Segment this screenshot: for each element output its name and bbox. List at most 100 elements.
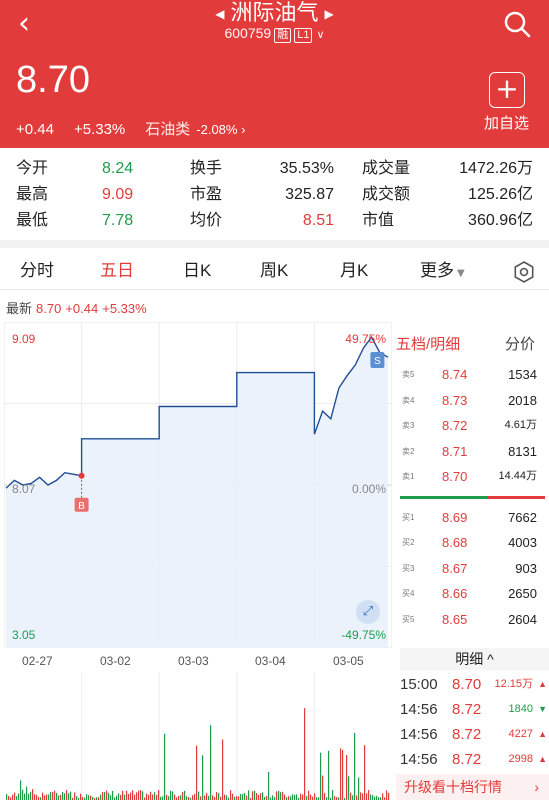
upgrade-ten-level-link[interactable]: 升级看十档行情 › [396,774,549,800]
trade-volume: 2998 [508,753,533,765]
volume-bar [262,792,264,800]
volume-bar [136,792,138,800]
level-volume: 2650 [508,586,537,601]
x-tick-label: 03-05 [333,654,364,668]
x-tick-label: 03-04 [255,654,286,668]
volume-bar [140,790,142,800]
x-tick-label: 02-27 [22,654,53,668]
volume-bar [296,794,298,800]
trade-time: 14:56 [400,726,438,743]
trade-volume: 12.15万 [494,678,533,690]
volume-bar [210,725,212,800]
volume-bar [106,790,108,800]
tab-five-day[interactable]: 五日 [100,252,134,290]
chevron-right-icon[interactable]: › [237,122,245,137]
level-tag[interactable]: L1 [294,28,313,43]
volume-bar [88,795,90,800]
level-label: 买3 [402,563,415,573]
latest-pct: +5.33% [102,301,147,316]
price-chart[interactable]: BS 9.09 8.07 3.05 49.75% 0.00% -49.75% ⤢ [4,322,392,648]
volume-bar [22,789,24,800]
volume-bar [342,750,344,800]
volume-bar [54,790,56,800]
volume-bar [364,745,366,800]
volume-bar [376,795,378,800]
volume-bar [386,790,388,800]
tab-more-label: 更多 [420,261,454,280]
arrow-up-icon: ▲ [538,679,547,689]
trade-row: 14:56 8.72 4227 ▲ [396,722,549,747]
volume-bar [310,794,312,800]
volume-bar [104,792,106,800]
volume-bar [370,794,372,800]
volume-bar [254,790,256,800]
stat-value: 8.51 [302,212,334,229]
sector-change[interactable]: -2.08% [196,122,237,137]
trade-price: 8.72 [452,726,482,743]
volume-bar [322,775,324,800]
volume-bar [202,755,204,800]
add-watchlist-icon[interactable]: + [489,72,525,108]
expand-icon[interactable]: ⤢ [356,600,380,624]
trade-time: 14:56 [400,751,438,768]
add-watchlist-label[interactable]: 加自选 [484,112,529,133]
y-mid-label: 8.07 [12,482,36,496]
tab-daily-k[interactable]: 日K [183,252,211,290]
bid-row: 买3 8.67 903 [396,556,549,582]
level-label: 卖1 [402,472,415,481]
settings-icon[interactable] [513,261,535,283]
volume-bar [304,708,306,800]
volume-bar [186,796,188,800]
stat-row: 今开 8.24 换手 35.53% 成交量 1472.26万 [0,156,549,182]
tab-price-distribution[interactable]: 分价 [505,328,535,362]
volume-bar [156,795,158,800]
volume-bar [8,796,10,800]
detail-toggle[interactable]: 明细 ^ [400,648,549,670]
volume-bar [86,794,88,800]
volume-bar [246,795,248,800]
volume-chart [4,672,392,800]
volume-bar [74,792,76,800]
trade-row: 14:56 8.72 1840 ▼ [396,697,549,722]
volume-bar [170,790,172,800]
volume-bar [62,791,64,800]
volume-bar [292,794,294,800]
volume-bar [350,792,352,800]
tab-more[interactable]: 更多 ▼ [420,252,465,293]
tab-orderbook-detail[interactable]: 五档/明细 [396,336,460,353]
volume-bar [172,791,174,800]
stat-value: 325.87 [285,186,334,203]
volume-bar [56,792,58,800]
volume-bar [300,793,302,800]
tab-intraday[interactable]: 分时 [20,252,54,290]
search-icon[interactable] [501,8,533,40]
stock-name[interactable]: 洲际油气 [230,0,318,25]
level-price: 8.69 [442,509,468,525]
chevron-down-icon[interactable]: ∨ [316,28,324,41]
volume-bar [208,795,210,800]
volume-bar [28,793,30,800]
volume-bar [236,796,238,800]
volume-bar [130,792,132,800]
latest-quote: 最新 8.70 +0.44 +5.33% [6,298,147,317]
volume-bar [332,790,334,800]
tab-weekly-k[interactable]: 周K [260,252,288,290]
level-price: 8.67 [442,560,468,576]
trade-time: 14:56 [400,701,438,718]
volume-bar [222,739,224,800]
volume-bar [232,793,234,800]
volume-bar [150,791,152,800]
next-stock-icon[interactable]: ▶ [325,7,334,21]
volume-bar [122,790,124,800]
sector-link[interactable]: 石油类 [145,121,190,138]
level-volume: 2604 [508,611,537,627]
volume-bar [258,795,260,800]
latest-price: 8.70 [36,301,62,316]
volume-bar [276,791,278,800]
prev-stock-icon[interactable]: ◀ [215,7,224,21]
volume-bar [44,795,46,800]
margin-tag: 融 [274,28,292,43]
level-label: 买4 [402,589,415,598]
tab-monthly-k[interactable]: 月K [340,252,368,290]
volume-bar [216,792,218,800]
